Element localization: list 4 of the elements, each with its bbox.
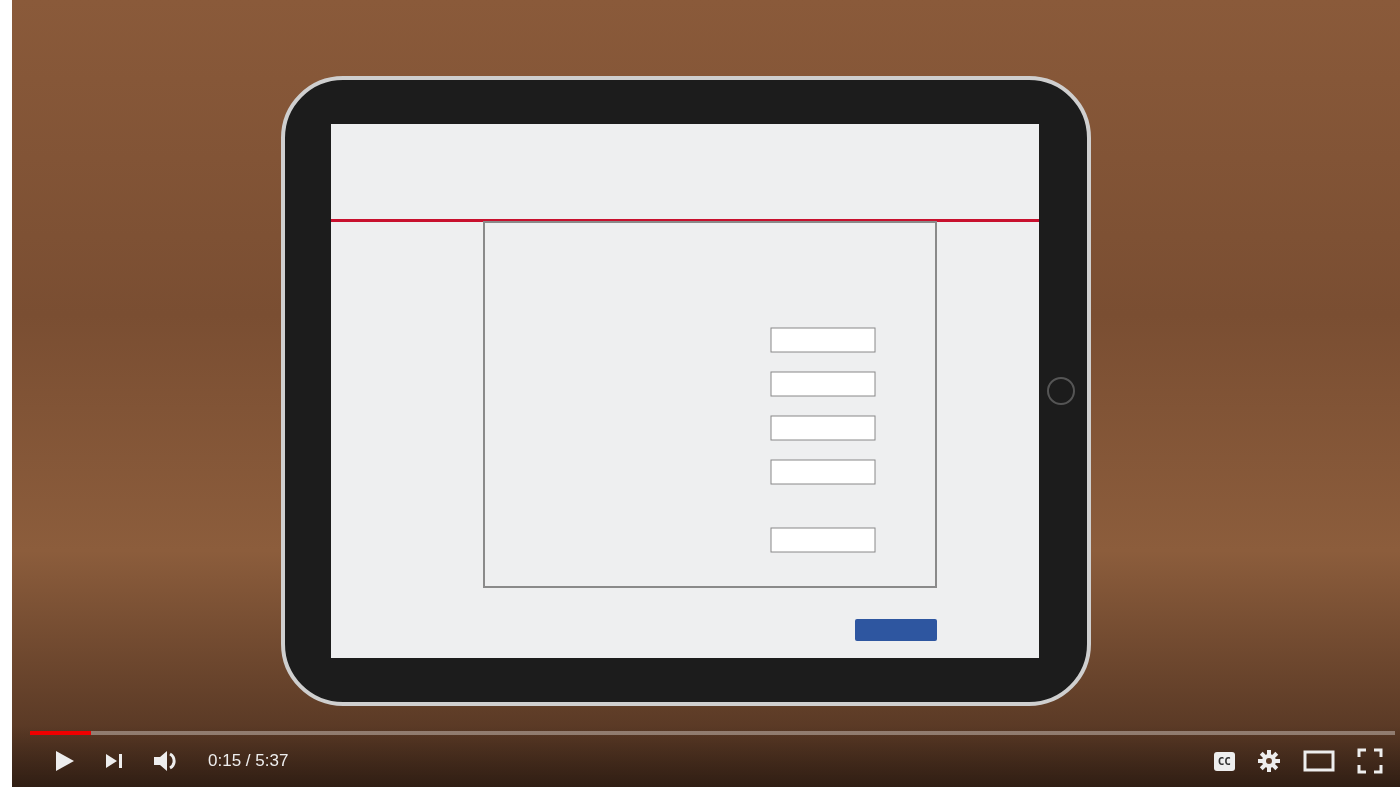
fullscreen-icon[interactable] [1357, 748, 1383, 774]
next-icon[interactable] [104, 751, 124, 771]
time-display: 0:15 / 5:37 [208, 751, 289, 771]
theater-mode-icon[interactable] [1303, 750, 1335, 772]
